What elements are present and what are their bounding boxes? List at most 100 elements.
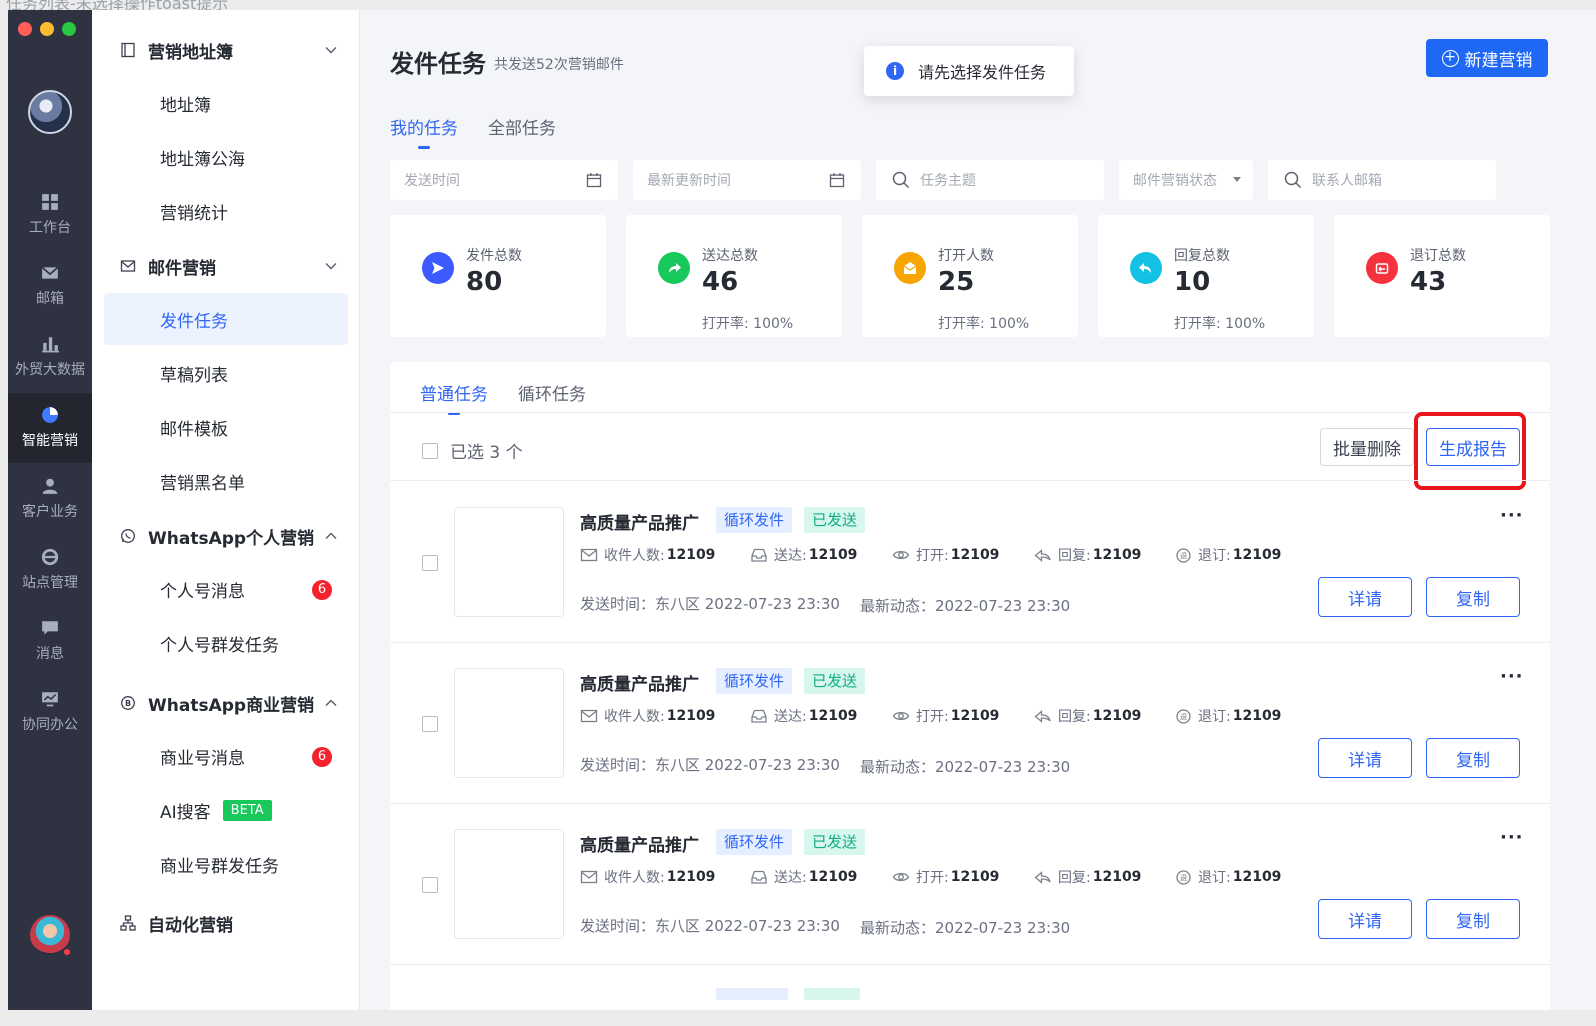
sidebar-item-label: 商业号消息 bbox=[160, 748, 245, 769]
sidebar-group-label: WhatsApp商业营销 bbox=[148, 695, 315, 716]
rail-item-mail[interactable]: 邮箱 bbox=[8, 251, 92, 321]
sidebar-item-templates[interactable]: 邮件模板 bbox=[104, 401, 348, 453]
sidebar-item-send-tasks[interactable]: 发件任务 bbox=[104, 293, 348, 345]
task-checkbox[interactable] bbox=[422, 555, 438, 571]
sidebar-item-label: 商业号群发任务 bbox=[160, 856, 279, 877]
task-name[interactable]: 高质量产品推广 bbox=[580, 670, 699, 695]
reply-icon bbox=[1034, 549, 1051, 562]
sidebar-item-blacklist[interactable]: 营销黑名单 bbox=[104, 455, 348, 507]
flow-icon bbox=[120, 915, 136, 931]
task-name[interactable]: 高质量产品推广 bbox=[580, 831, 699, 856]
tag-cycle: 循环发件 bbox=[716, 829, 793, 855]
dashboard-icon bbox=[42, 194, 58, 210]
task-row: 高质量产品推广 循环发件 已发送 ··· 收件人数: 12109 送达: 12109… bbox=[390, 803, 1550, 964]
divider bbox=[390, 412, 1550, 413]
stat-value: 10 bbox=[1174, 267, 1211, 297]
rail-item-smart-marketing[interactable]: 智能营销 bbox=[8, 393, 92, 463]
new-marketing-button[interactable]: + 新建营销 bbox=[1426, 39, 1548, 77]
task-name[interactable]: 高质量产品推广 bbox=[580, 509, 699, 534]
stat-label: 送达总数 bbox=[702, 248, 758, 264]
copy-button[interactable]: 复制 bbox=[1426, 899, 1520, 939]
task-type-tabs: 普通任务 循环任务 bbox=[420, 380, 586, 415]
rail-item-message[interactable]: 消息 bbox=[8, 606, 92, 676]
metric-delivered: 送达: 12109 bbox=[750, 545, 892, 565]
update-time-picker[interactable]: 最新更新时间 bbox=[633, 160, 861, 200]
svg-text:B: B bbox=[125, 699, 131, 708]
rail-item-customer[interactable]: 客户业务 bbox=[8, 464, 92, 534]
task-checkbox[interactable] bbox=[422, 877, 438, 893]
latest-activity: 最新动态：2022-07-23 23:30 bbox=[860, 758, 1071, 776]
plus-circle-icon: + bbox=[1441, 49, 1459, 67]
rail-item-site[interactable]: 站点管理 bbox=[8, 535, 92, 605]
open-mail-icon bbox=[894, 252, 926, 284]
user-icon bbox=[42, 478, 58, 494]
stat-value: 80 bbox=[466, 267, 503, 297]
sidebar-item-label: 草稿列表 bbox=[160, 365, 228, 386]
subject-placeholder: 任务主题 bbox=[920, 173, 976, 189]
tab-recurring-tasks[interactable]: 循环任务 bbox=[518, 380, 586, 415]
tab-my-tasks[interactable]: 我的任务 bbox=[390, 114, 458, 149]
sidebar-item-drafts[interactable]: 草稿列表 bbox=[104, 347, 348, 399]
tab-normal-tasks[interactable]: 普通任务 bbox=[420, 380, 488, 415]
sidebar-item-business-broadcast[interactable]: 商业号群发任务 bbox=[104, 838, 348, 890]
detail-button[interactable]: 详请 bbox=[1318, 738, 1412, 778]
metric-unsubscribed: 退退订: 12109 bbox=[1174, 545, 1281, 565]
rail-item-label: 外贸大数据 bbox=[15, 362, 85, 378]
rail-item-label: 工作台 bbox=[29, 220, 71, 236]
eye-icon bbox=[892, 711, 910, 721]
send-time-picker[interactable]: 发送时间 bbox=[390, 160, 618, 200]
more-options-icon[interactable]: ··· bbox=[1500, 505, 1524, 526]
sidebar-group-whatsapp-business[interactable]: B WhatsApp商业营销 bbox=[92, 683, 360, 723]
sidebar-group-automation[interactable]: 自动化营销 bbox=[92, 903, 360, 943]
copy-button[interactable]: 复制 bbox=[1426, 577, 1520, 617]
rail-item-office[interactable]: 协同办公 bbox=[8, 677, 92, 747]
task-checkbox[interactable] bbox=[422, 716, 438, 732]
maximize-window-button[interactable] bbox=[62, 22, 76, 36]
status-select[interactable]: 邮件营销状态 bbox=[1119, 160, 1253, 200]
more-options-icon[interactable]: ··· bbox=[1500, 827, 1524, 848]
sidebar: 营销地址簿 地址簿 地址簿公海 营销统计 邮件营销 发件任务 草稿列表 邮件模板… bbox=[92, 10, 360, 1010]
detail-button[interactable]: 详请 bbox=[1318, 577, 1412, 617]
sidebar-item-marketing-stats[interactable]: 营销统计 bbox=[104, 185, 348, 237]
rail-item-workbench[interactable]: 工作台 bbox=[8, 180, 92, 250]
unsubscribe-icon: 退 bbox=[1176, 709, 1191, 724]
select-all-checkbox[interactable] bbox=[422, 442, 438, 459]
divider bbox=[390, 964, 1550, 965]
sidebar-item-ai-search[interactable]: AI搜客 BETA bbox=[104, 784, 348, 836]
sidebar-group-whatsapp-personal[interactable]: WhatsApp个人营销 bbox=[92, 516, 360, 556]
eye-icon bbox=[892, 550, 910, 560]
sidebar-item-personal-messages[interactable]: 个人号消息 6 bbox=[104, 563, 348, 615]
sidebar-item-label: 地址簿 bbox=[160, 95, 211, 116]
select-all[interactable]: 已选 3 个 bbox=[422, 438, 523, 463]
close-window-button[interactable] bbox=[18, 22, 32, 36]
sidebar-group-email-marketing[interactable]: 邮件营销 bbox=[92, 246, 360, 286]
workspace-avatar[interactable] bbox=[28, 90, 72, 134]
contact-email-search-input[interactable]: 联系人邮箱 bbox=[1268, 160, 1496, 200]
chevron-down-icon bbox=[325, 46, 337, 54]
sidebar-group-address-book[interactable]: 营销地址簿 bbox=[92, 30, 360, 70]
rail-item-big-data[interactable]: 外贸大数据 bbox=[8, 322, 92, 392]
main-content: 发件任务 共发送52次营销邮件 i 请先选择发件任务 + 新建营销 我的任务 全… bbox=[360, 10, 1596, 1010]
page-title: 发件任务 bbox=[390, 50, 486, 78]
subject-search-input[interactable]: 任务主题 bbox=[876, 160, 1104, 200]
batch-delete-button[interactable]: 批量删除 bbox=[1320, 428, 1414, 466]
tab-all-tasks[interactable]: 全部任务 bbox=[488, 114, 556, 149]
sidebar-group-label: 营销地址簿 bbox=[148, 42, 233, 63]
metric-delivered: 送达: 12109 bbox=[750, 867, 892, 887]
sidebar-item-personal-broadcast[interactable]: 个人号群发任务 bbox=[104, 617, 348, 669]
tag-cycle-partial bbox=[716, 988, 788, 1000]
send-time: 发送时间：东八区 2022-07-23 23:30 bbox=[580, 595, 840, 613]
window-controls bbox=[18, 22, 76, 36]
task-thumbnail bbox=[454, 507, 564, 617]
sidebar-item-address-pool[interactable]: 地址簿公海 bbox=[104, 131, 348, 183]
sidebar-item-business-messages[interactable]: 商业号消息 6 bbox=[104, 730, 348, 782]
sidebar-item-label: 营销统计 bbox=[160, 203, 228, 224]
detail-button[interactable]: 详请 bbox=[1318, 899, 1412, 939]
sidebar-item-address-book[interactable]: 地址簿 bbox=[104, 77, 348, 129]
minimize-window-button[interactable] bbox=[40, 22, 54, 36]
search-icon bbox=[892, 171, 910, 189]
mail-icon bbox=[580, 709, 598, 723]
more-options-icon[interactable]: ··· bbox=[1500, 666, 1524, 687]
unsubscribe-icon bbox=[1366, 252, 1398, 284]
copy-button[interactable]: 复制 bbox=[1426, 738, 1520, 778]
